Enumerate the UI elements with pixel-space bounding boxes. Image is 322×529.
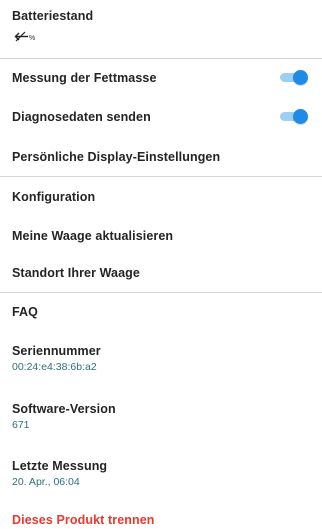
serial-number-title: Seriennummer bbox=[12, 344, 101, 358]
display-settings-label: Persönliche Display-Einstellungen bbox=[12, 150, 221, 164]
divider bbox=[0, 292, 322, 293]
serial-number-value: 00:24:e4:38:6b:a2 bbox=[12, 361, 97, 373]
divider bbox=[0, 176, 322, 177]
faq-label: FAQ bbox=[12, 305, 38, 319]
fat-mass-toggle[interactable] bbox=[280, 70, 308, 85]
disconnect-product-button[interactable]: Dieses Produkt trennen bbox=[0, 506, 322, 529]
diagnostics-toggle[interactable] bbox=[280, 109, 308, 124]
configuration-item[interactable]: Konfiguration bbox=[0, 178, 322, 214]
battery-title: Batteriestand bbox=[12, 9, 94, 23]
battery-unit: % bbox=[29, 34, 36, 42]
software-version-value: 671 bbox=[12, 419, 30, 431]
diagnostics-title: Diagnosedaten senden bbox=[12, 110, 151, 124]
last-measurement-value: 20. Apr., 06:04 bbox=[12, 476, 80, 488]
configuration-label: Konfiguration bbox=[12, 190, 96, 204]
update-scale-label: Meine Waage aktualisieren bbox=[12, 229, 174, 243]
display-settings-item[interactable]: Persönliche Display-Einstellungen bbox=[0, 138, 322, 174]
fat-mass-title: Messung der Fettmasse bbox=[12, 71, 157, 85]
scale-location-item[interactable]: Standort Ihrer Waage bbox=[0, 254, 322, 290]
software-version-item: Software-Version 671 bbox=[0, 392, 322, 436]
last-measurement-title: Letzte Messung bbox=[12, 459, 108, 473]
last-measurement-item: Letzte Messung 20. Apr., 06:04 bbox=[0, 449, 322, 493]
faq-item[interactable]: FAQ bbox=[0, 294, 322, 328]
fat-mass-row[interactable]: Messung der Fettmasse bbox=[0, 59, 322, 97]
scale-settings-screen: Batteriestand % Messung der Fettmasse Di… bbox=[0, 0, 322, 529]
diagnostics-row[interactable]: Diagnosedaten senden bbox=[0, 98, 322, 136]
software-version-title: Software-Version bbox=[12, 402, 116, 416]
serial-number-item: Seriennummer 00:24:e4:38:6b:a2 bbox=[0, 334, 322, 378]
update-scale-item[interactable]: Meine Waage aktualisieren bbox=[0, 216, 322, 252]
battery-level: % bbox=[13, 30, 35, 42]
scale-location-label: Standort Ihrer Waage bbox=[12, 266, 140, 280]
battery-unknown-icon bbox=[14, 31, 28, 41]
disconnect-product-label: Dieses Produkt trennen bbox=[12, 513, 155, 527]
